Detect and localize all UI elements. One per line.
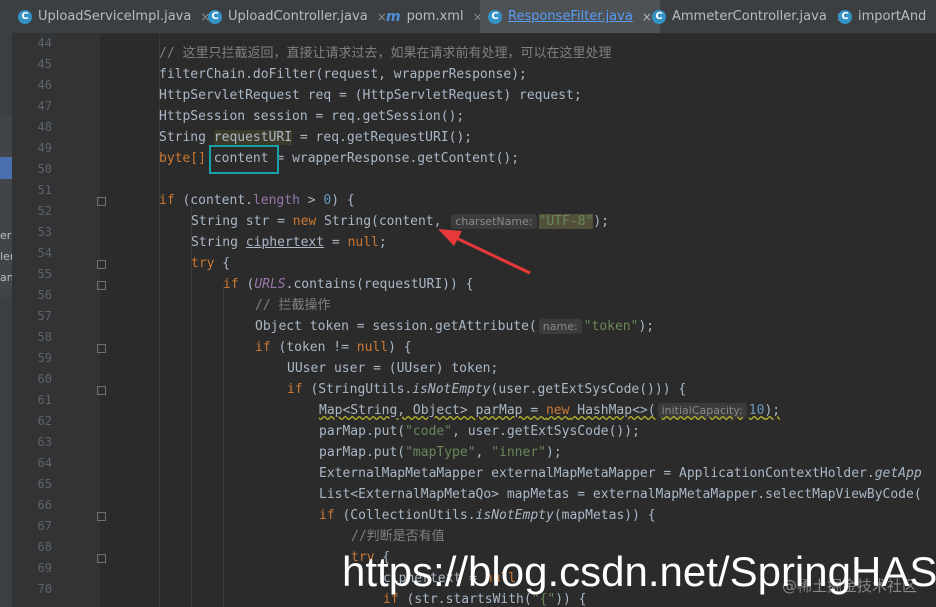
csdn-watermark: https://blog.csdn.net/SpringHASh (342, 548, 936, 595)
annotation-arrow-icon (438, 229, 531, 275)
